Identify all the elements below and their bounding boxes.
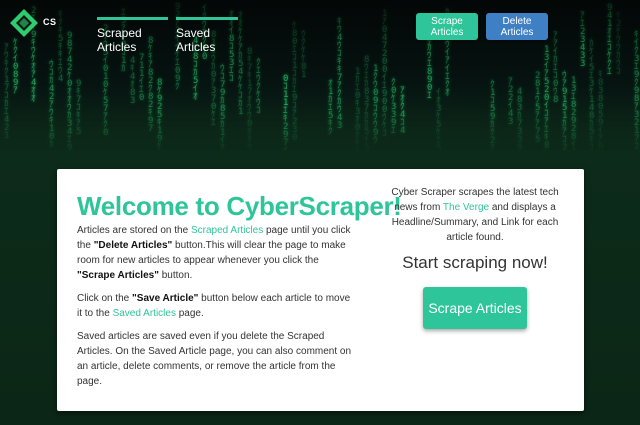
logo-text: CS	[43, 17, 57, 27]
scrape-articles-button[interactable]: Scrape Articles	[416, 13, 478, 40]
info-description: Cyber Scraper scrapes the latest tech ne…	[391, 187, 559, 243]
instructions-paragraph-2: Click on the "Save Article" button below…	[77, 293, 351, 319]
instructions-paragraph-3: Saved articles are saved even if you del…	[77, 331, 352, 387]
info-column: Cyber Scraper scrapes the latest tech ne…	[382, 185, 568, 329]
nav-scraped-articles[interactable]: Scraped Articles	[97, 17, 168, 54]
scrape-articles-main-button[interactable]: Scrape Articles	[423, 287, 527, 329]
delete-articles-button[interactable]: Delete Articles	[486, 13, 548, 40]
saved-articles-link[interactable]: Saved Articles	[113, 308, 176, 319]
start-scraping-heading: Start scraping now!	[402, 253, 548, 272]
instructions-paragraph-1: Articles are stored on the Scraped Artic…	[77, 225, 351, 281]
welcome-heading: Welcome to CyberScraper!	[77, 191, 402, 221]
welcome-panel: Welcome to CyberScraper! Articles are st…	[57, 169, 584, 411]
nav-saved-articles[interactable]: Saved Articles	[176, 17, 238, 54]
cs-logo-icon[interactable]	[9, 8, 39, 38]
instructions-column: Welcome to CyberScraper! Articles are st…	[77, 191, 402, 397]
scraped-articles-link[interactable]: Scraped Articles	[191, 225, 263, 236]
the-verge-link[interactable]: The Verge	[443, 202, 489, 213]
